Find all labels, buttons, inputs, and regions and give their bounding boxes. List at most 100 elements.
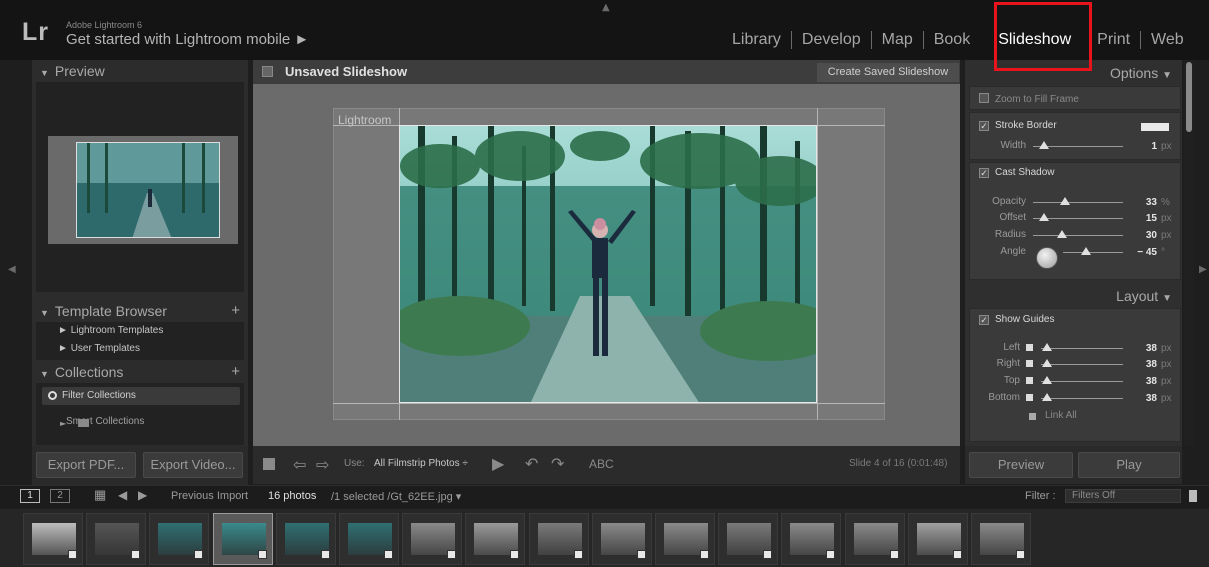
layout-header[interactable]: Layout ▼	[965, 284, 1182, 308]
stroke-color-swatch[interactable]	[1141, 123, 1169, 131]
width-value[interactable]: 1	[1127, 141, 1157, 152]
main-window-button[interactable]: 1	[20, 489, 40, 503]
edit-badge-icon[interactable]	[763, 550, 773, 559]
filmstrip-thumb[interactable]	[465, 513, 526, 565]
module-book[interactable]: Book	[924, 31, 980, 49]
guide-bottom-toggle[interactable]	[1026, 394, 1033, 401]
top-panel-collapse-icon[interactable]: ▲	[602, 2, 610, 13]
cast-shadow-checkbox[interactable]: ✓ Cast Shadow	[979, 167, 1054, 178]
stop-icon[interactable]	[263, 458, 275, 470]
edit-badge-icon[interactable]	[700, 550, 709, 559]
width-slider-knob[interactable]	[1039, 141, 1049, 149]
play-button[interactable]: Play	[1078, 452, 1180, 478]
guide-top-slider-track[interactable]	[1041, 381, 1123, 382]
guide-right-slider-knob[interactable]	[1042, 359, 1052, 367]
edit-badge-icon[interactable]	[889, 550, 899, 559]
link-all-toggle[interactable]	[1029, 413, 1036, 420]
filmstrip-thumb[interactable]	[402, 513, 463, 565]
guide-top-value[interactable]: 38	[1127, 376, 1157, 387]
mobile-promo-link[interactable]: Get started with Lightroom mobile ►	[66, 31, 309, 48]
filmstrip-thumb[interactable]	[23, 513, 83, 565]
grid-view-icon[interactable]: ▦	[94, 487, 106, 503]
export-pdf-button[interactable]: Export PDF...	[36, 452, 136, 478]
module-develop[interactable]: Develop	[792, 31, 871, 49]
guide-left-slider-knob[interactable]	[1042, 343, 1052, 351]
module-map[interactable]: Map	[872, 31, 923, 49]
guide-bottom-slider-track[interactable]	[1041, 398, 1123, 399]
right-panel-scroll-thumb[interactable]	[1186, 62, 1192, 132]
edit-badge-icon[interactable]	[447, 550, 457, 559]
next-slide-icon[interactable]: ⇨	[316, 455, 329, 475]
guide-right-toggle[interactable]	[1026, 360, 1033, 367]
filmstrip-thumb[interactable]	[781, 513, 842, 565]
right-panel-collapse-icon[interactable]: ▶	[1199, 264, 1207, 275]
add-collection-icon[interactable]: +	[231, 361, 240, 383]
guide-right[interactable]	[817, 108, 818, 420]
rotate-right-icon[interactable]: ↷	[551, 454, 564, 474]
template-folder-lightroom[interactable]: ► Lightroom Templates	[36, 322, 244, 340]
filmstrip-thumb[interactable]	[528, 513, 589, 565]
use-source-select[interactable]: All Filmstrip Photos ÷	[374, 458, 468, 469]
template-browser-header[interactable]: ▼ Template Browser +	[32, 300, 248, 322]
rotate-left-icon[interactable]: ↶	[525, 454, 538, 474]
add-template-icon[interactable]: +	[231, 300, 240, 322]
offset-value[interactable]: 15	[1127, 213, 1157, 224]
filmstrip-thumb[interactable]	[907, 513, 968, 565]
edit-badge-icon[interactable]	[320, 550, 330, 559]
edit-badge-icon[interactable]	[952, 550, 962, 559]
filmstrip-source[interactable]: Previous Import	[171, 490, 248, 502]
filmstrip-thumb[interactable]	[844, 513, 905, 565]
guide-left-toggle[interactable]	[1026, 344, 1033, 351]
filmstrip-thumb[interactable]	[591, 513, 652, 565]
edit-badge-icon[interactable]	[68, 550, 77, 559]
opacity-value[interactable]: 33	[1127, 197, 1157, 208]
filter-select[interactable]: Filters Off	[1065, 489, 1181, 503]
slide-photo[interactable]	[399, 125, 817, 403]
edit-badge-icon[interactable]	[636, 550, 646, 559]
add-text-abc-button[interactable]: ABC	[589, 457, 614, 471]
collections-header[interactable]: ▼ Collections +	[32, 361, 248, 383]
identity-plate-text[interactable]: Lightroom	[338, 113, 391, 127]
radius-slider-track[interactable]	[1033, 235, 1123, 236]
edit-badge-icon[interactable]	[194, 550, 204, 559]
filter-collections-input[interactable]: Filter Collections	[42, 387, 240, 405]
module-print[interactable]: Print	[1087, 31, 1140, 49]
edit-badge-icon[interactable]	[131, 550, 141, 559]
filmstrip-thumb[interactable]	[149, 513, 210, 565]
show-guides-checkbox[interactable]: ✓ Show Guides	[979, 314, 1054, 325]
filter-lock-icon[interactable]	[1189, 490, 1197, 502]
radius-slider-knob[interactable]	[1057, 230, 1067, 238]
smart-collections-item[interactable]: Smart Collections	[36, 412, 244, 432]
play-preview-icon[interactable]: ▶	[492, 454, 504, 474]
zoom-to-fill-checkbox[interactable]: Zoom to Fill Frame	[979, 93, 1079, 105]
stroke-border-checkbox[interactable]: ✓ Stroke Border	[979, 120, 1057, 131]
filmstrip-thumb[interactable]	[655, 513, 715, 565]
module-library[interactable]: Library	[722, 31, 791, 49]
selection-info[interactable]: /1 selected /Gt_62EE.jpg ▾	[331, 490, 461, 503]
edit-badge-icon[interactable]	[510, 550, 520, 559]
opacity-slider-knob[interactable]	[1060, 197, 1070, 205]
offset-slider-knob[interactable]	[1039, 213, 1049, 221]
guide-bottom[interactable]	[333, 403, 885, 404]
edit-badge-icon[interactable]	[826, 550, 836, 559]
filmstrip-thumb[interactable]	[339, 513, 399, 565]
preview-header[interactable]: ▼ Preview	[32, 60, 248, 82]
angle-dial[interactable]	[1036, 247, 1058, 269]
guide-left-slider-track[interactable]	[1041, 348, 1123, 349]
angle-slider-track[interactable]	[1063, 252, 1123, 253]
opacity-slider-track[interactable]	[1033, 202, 1123, 203]
previous-slide-icon[interactable]: ⇦	[293, 455, 306, 475]
guide-right-value[interactable]: 38	[1127, 359, 1157, 370]
angle-value[interactable]: − 45	[1127, 247, 1157, 258]
second-window-button[interactable]: 2	[50, 489, 70, 503]
filmstrip-thumb[interactable]	[718, 513, 779, 565]
guide-left-value[interactable]: 38	[1127, 343, 1157, 354]
edit-badge-icon[interactable]	[1016, 550, 1025, 559]
edit-badge-icon[interactable]	[384, 550, 393, 559]
create-saved-slideshow-button[interactable]: Create Saved Slideshow	[817, 63, 959, 82]
angle-slider-knob[interactable]	[1081, 247, 1091, 255]
guide-bottom-value[interactable]: 38	[1127, 393, 1157, 404]
template-folder-user[interactable]: ► User Templates	[36, 340, 244, 358]
filmstrip-thumb[interactable]	[971, 513, 1031, 565]
guide-top-slider-knob[interactable]	[1042, 376, 1052, 384]
